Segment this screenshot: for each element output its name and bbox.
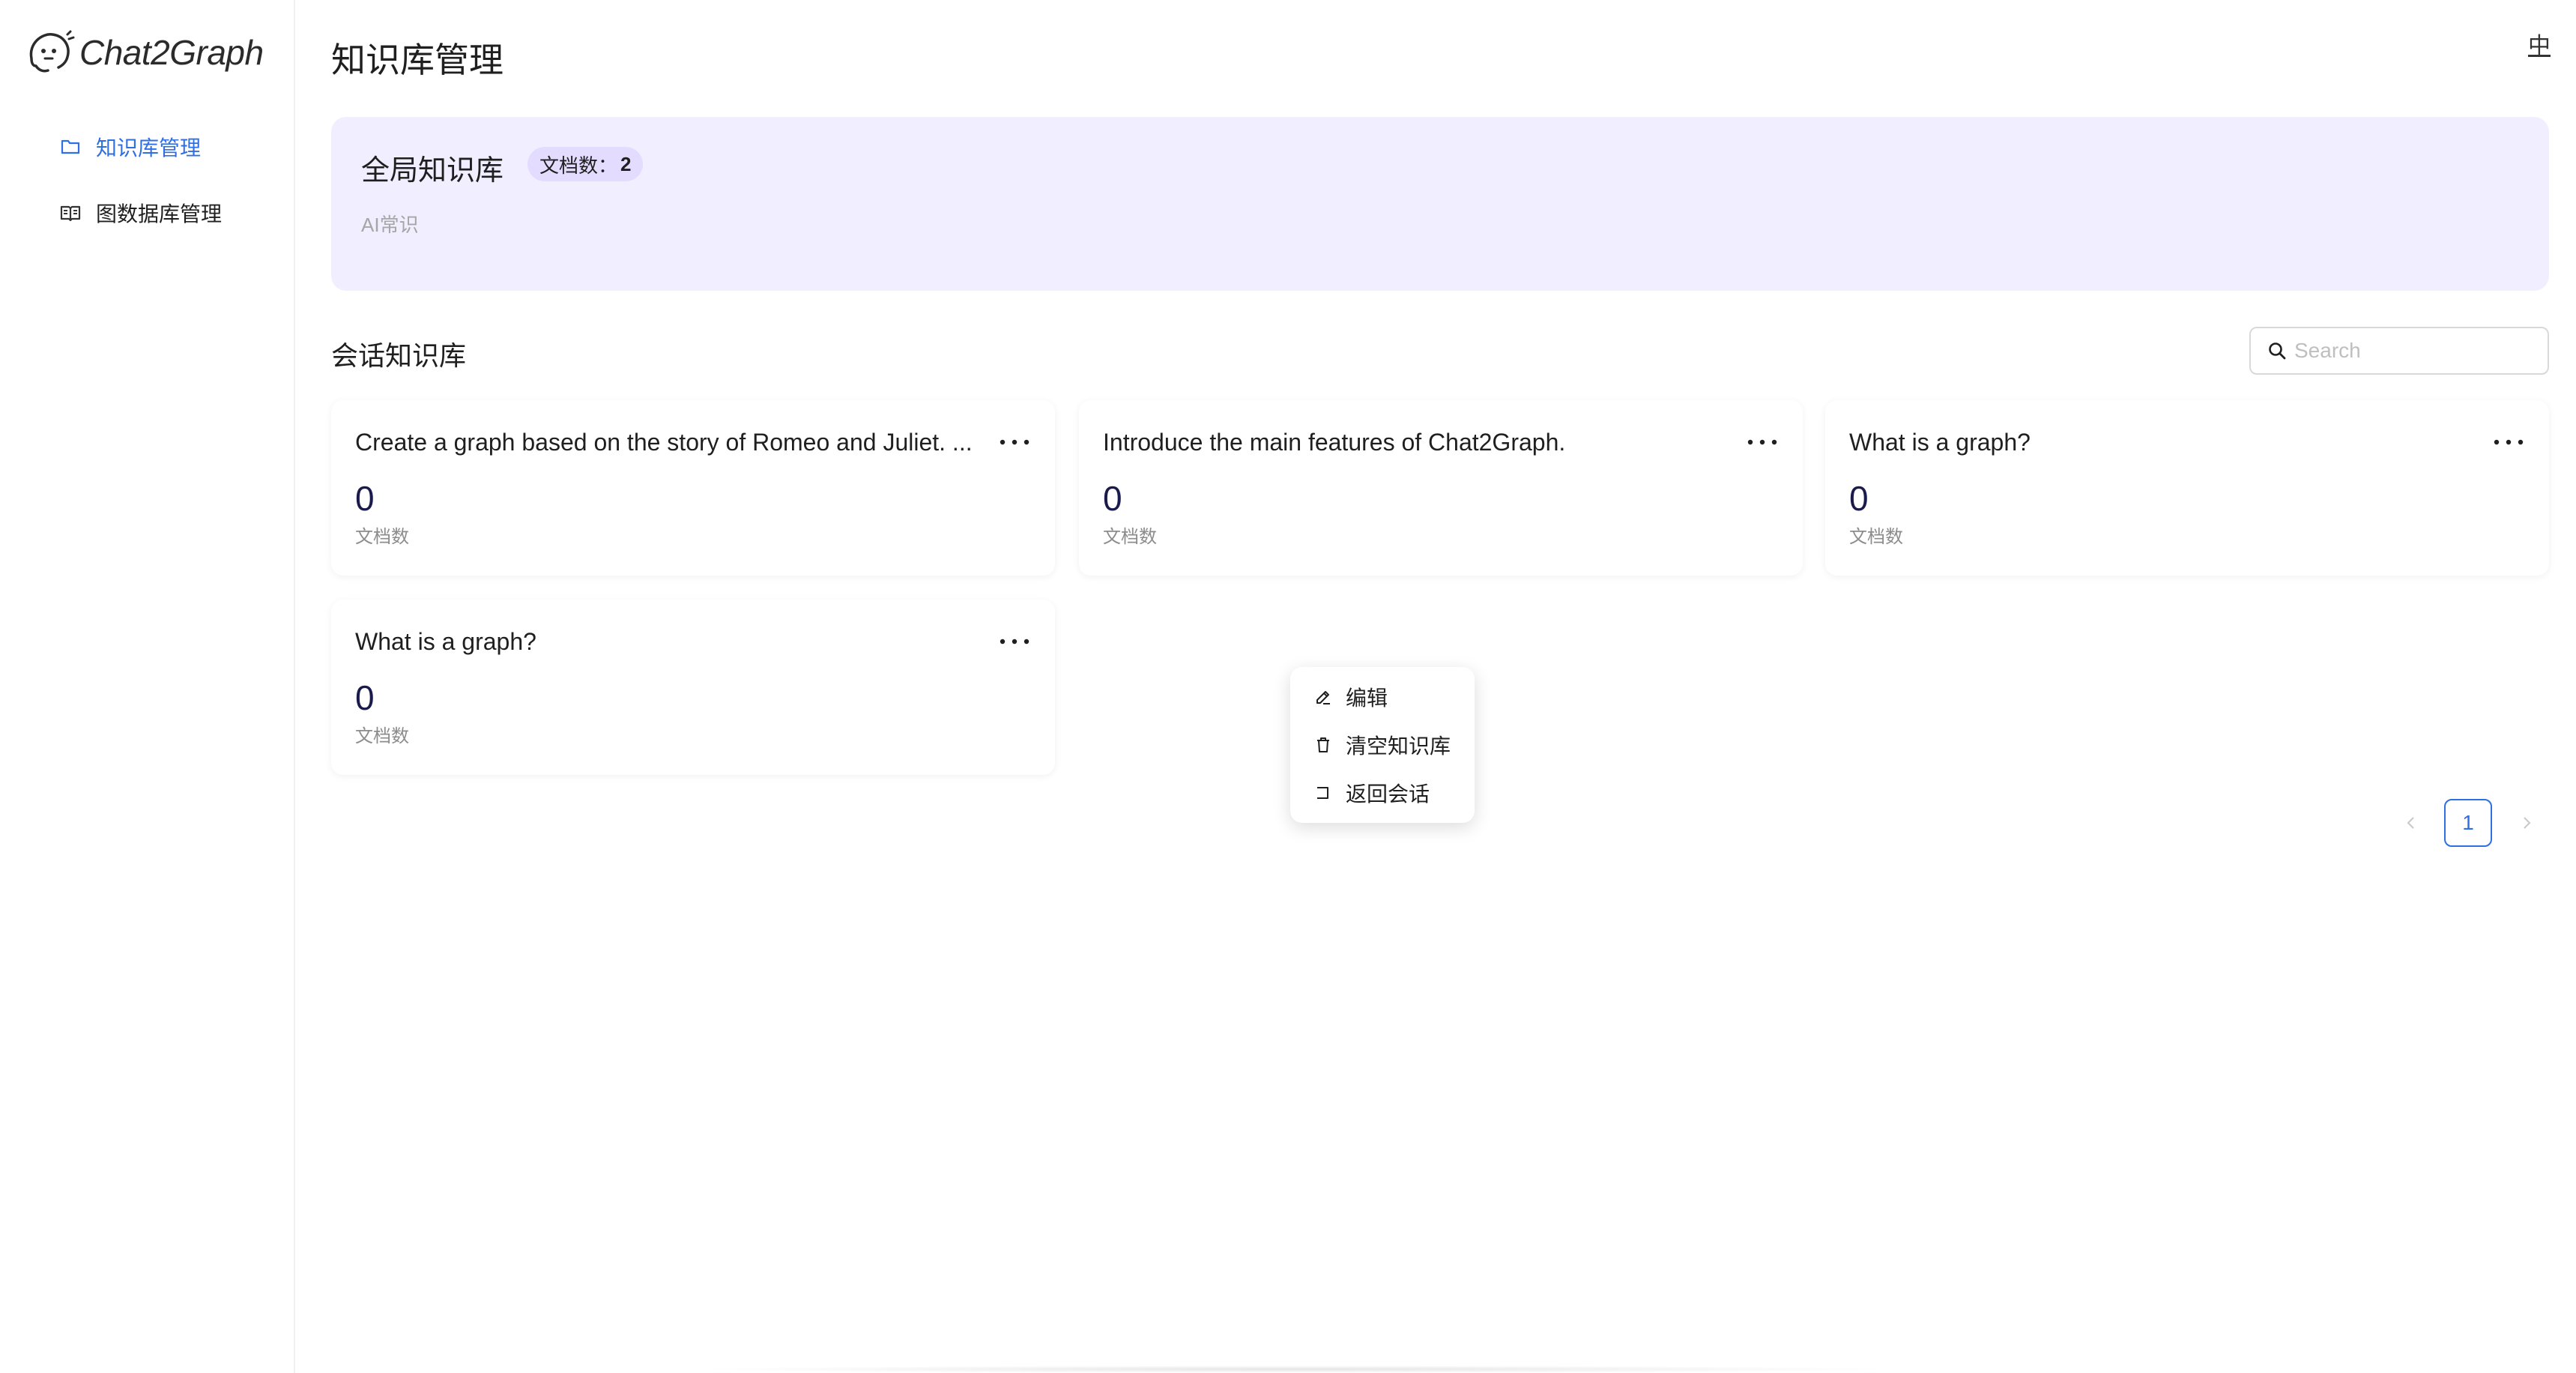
global-knowledge-base-card[interactable]: 全局知识库 文档数： 2 AI常识	[331, 117, 2549, 291]
kb-card-count-label: 文档数	[1103, 527, 1157, 547]
kb-card-count: 0	[355, 678, 375, 717]
kb-card-count-label: 文档数	[355, 726, 409, 746]
octopus-logo-icon	[29, 30, 75, 73]
kb-card-title: What is a graph?	[355, 628, 536, 655]
kb-card-count-label: 文档数	[1849, 527, 1903, 547]
kb-card[interactable]: Create a graph based on the story of Rom…	[331, 400, 1055, 576]
doc-count-badge-value: 2	[620, 152, 632, 175]
menu-item-label: 清空知识库	[1346, 734, 1451, 758]
sidebar-item-label: 图数据库管理	[96, 202, 223, 226]
global-kb-title: 全局知识库	[361, 155, 504, 187]
kb-card-title: What is a graph?	[1849, 429, 2031, 456]
return-icon	[1317, 787, 1328, 799]
menu-item-clear-kb[interactable]: 清空知识库	[1290, 721, 1475, 769]
sidebar-item-graph-db[interactable]: 图数据库管理	[60, 192, 222, 234]
doc-count-badge-label: 文档数：	[539, 154, 618, 177]
edit-icon	[1316, 691, 1330, 704]
more-options-icon[interactable]	[998, 633, 1031, 651]
search-input[interactable]	[2294, 339, 2534, 363]
kb-card[interactable]: What is a graph? 0 文档数	[331, 600, 1055, 775]
app-logo[interactable]: Chat2Graph	[25, 28, 264, 76]
sidebar: Chat2Graph 知识库管理 图数据库管理	[0, 0, 295, 1373]
kb-card-count-label: 文档数	[355, 527, 409, 547]
page-title: 知识库管理	[331, 40, 504, 79]
bottom-shadow-divider	[689, 1366, 1903, 1373]
kb-card-count: 0	[355, 479, 375, 518]
chevron-left-icon	[2407, 817, 2414, 829]
trash-icon	[1317, 737, 1329, 752]
kb-card-title: Create a graph based on the story of Rom…	[355, 429, 973, 456]
main-content: 知识库管理 中 全局知识库 文档数： 2 AI常识 会话知识库 Create a…	[295, 0, 2576, 1373]
pagination-prev-button[interactable]	[2396, 799, 2426, 847]
pagination-page-1[interactable]: 1	[2444, 799, 2492, 847]
card-options-dropdown: 编辑 清空知识库 返回会话	[1290, 667, 1475, 823]
sidebar-item-knowledge-base[interactable]: 知识库管理	[60, 126, 201, 168]
more-options-icon[interactable]	[998, 433, 1031, 451]
sidebar-item-label: 知识库管理	[96, 136, 202, 160]
kb-card-count: 0	[1103, 479, 1122, 518]
book-icon	[60, 205, 81, 222]
kb-card-title: Introduce the main features of Chat2Grap…	[1103, 429, 1566, 456]
app-logo-text: Chat2Graph	[79, 33, 264, 72]
kb-card-count: 0	[1849, 479, 1869, 518]
menu-item-label: 返回会话	[1346, 782, 1430, 806]
menu-item-edit[interactable]: 编辑	[1290, 673, 1475, 721]
global-kb-description: AI常识	[361, 214, 419, 236]
section-title: 会话知识库	[331, 340, 467, 371]
search-icon	[2269, 343, 2286, 360]
more-options-icon[interactable]	[1746, 433, 1779, 451]
language-toggle[interactable]: 中	[2528, 27, 2551, 60]
kb-card[interactable]: What is a graph? 0 文档数	[1825, 400, 2549, 576]
menu-item-return-session[interactable]: 返回会话	[1290, 769, 1475, 817]
search-box[interactable]	[2249, 327, 2549, 375]
menu-item-label: 编辑	[1346, 686, 1388, 710]
pagination-next-button[interactable]	[2512, 799, 2542, 847]
more-options-icon[interactable]	[2492, 433, 2525, 451]
folder-icon	[61, 139, 80, 154]
kb-card[interactable]: Introduce the main features of Chat2Grap…	[1079, 400, 1803, 576]
doc-count-badge: 文档数： 2	[527, 147, 644, 181]
chevron-right-icon	[2524, 817, 2531, 829]
